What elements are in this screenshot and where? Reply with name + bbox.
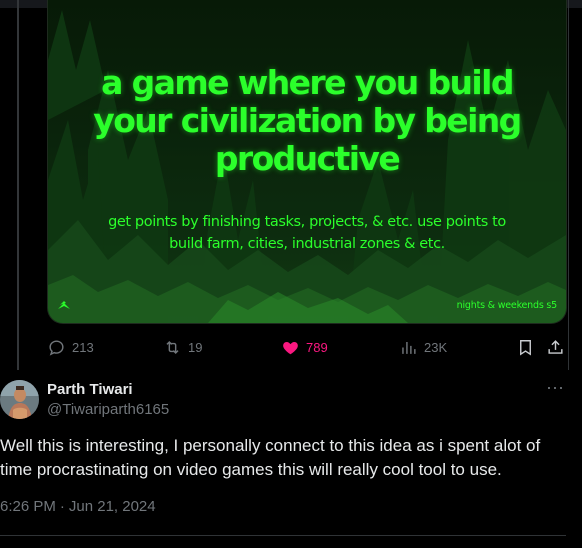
timestamp-separator: ·	[59, 498, 65, 515]
post-media-image[interactable]: a game where you build your civilization…	[47, 0, 567, 324]
divider	[0, 535, 566, 536]
reply-icon	[49, 339, 64, 356]
like-count: 789	[306, 339, 328, 355]
bookmark-icon	[520, 339, 531, 356]
author-handle[interactable]: @Tiwariparth6165	[47, 401, 169, 418]
author-name[interactable]: Parth Tiwari	[47, 381, 133, 398]
views-button[interactable]: 23K	[399, 333, 447, 361]
reply-count: 213	[72, 339, 94, 355]
media-headline: a game where you build your civilization…	[48, 64, 566, 178]
headline-line: a game where you build	[101, 63, 514, 102]
heart-filled-icon	[283, 341, 298, 354]
views-chart-icon	[402, 341, 416, 354]
post-date: Jun 21, 2024	[68, 498, 156, 515]
post-action-bar: 213 19 789 23K	[47, 333, 572, 361]
subline-line: build farm, cities, industrial zones & e…	[169, 236, 445, 252]
headline-line: productive	[214, 139, 401, 178]
bookmark-button[interactable]	[516, 333, 535, 361]
avatar-photo	[0, 380, 39, 419]
brand-logo-icon	[58, 301, 70, 309]
views-count: 23K	[424, 339, 448, 355]
column-border	[568, 0, 569, 370]
brand-label: nights & weekends s5	[456, 300, 558, 311]
share-icon	[548, 339, 563, 354]
repost-icon	[166, 340, 179, 354]
thread-line	[17, 0, 19, 370]
reply-post[interactable]: Parth Tiwari @Tiwariparth6165 ··· Well t…	[0, 370, 582, 548]
more-options-icon[interactable]: ···	[540, 378, 570, 400]
post-timestamp[interactable]: 6:26 PM · Jun 21, 2024	[0, 498, 156, 515]
reply-text: Well this is interesting, I personally c…	[0, 436, 541, 479]
share-button[interactable]	[546, 333, 565, 361]
repost-button[interactable]: 19	[163, 333, 202, 361]
reply-button[interactable]: 213	[47, 333, 94, 361]
media-subline: get points by finishing tasks, projects,…	[48, 211, 566, 255]
avatar[interactable]	[0, 380, 39, 419]
headline-line: your civilization by being	[93, 101, 522, 140]
repost-count: 19	[188, 339, 203, 355]
subline-line: get points by finishing tasks, projects,…	[108, 214, 506, 230]
like-button[interactable]: 789	[281, 333, 328, 361]
post-time: 6:26 PM	[0, 498, 56, 515]
